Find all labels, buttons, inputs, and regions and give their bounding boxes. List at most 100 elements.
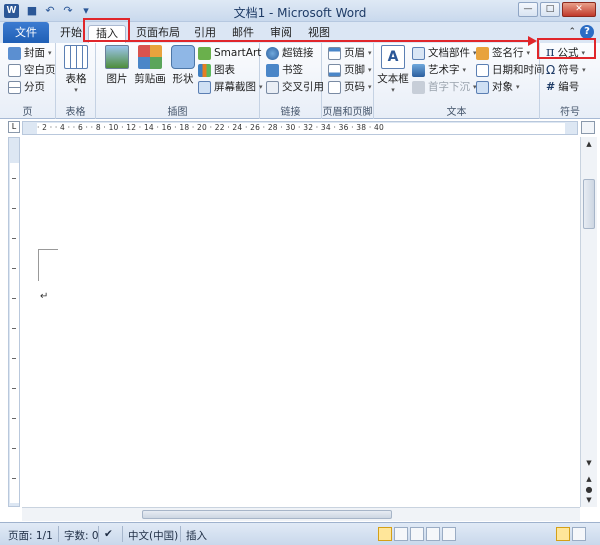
status-separator <box>98 526 99 542</box>
object-icon <box>476 80 489 94</box>
object-button[interactable]: 对象 ▾ <box>476 79 520 95</box>
ribbon-insert: 封面 ▾ 空白页 分页 页 表格 ▾ 表格 图片 剪贴画 形状 SmartArt… <box>0 43 600 119</box>
zoom-slider-icon[interactable] <box>572 527 586 541</box>
wordart-icon <box>412 63 425 77</box>
vruler-tick <box>12 388 16 389</box>
vruler-tick <box>12 358 16 359</box>
quick-parts-icon <box>412 46 425 60</box>
minimize-button[interactable]: — <box>518 2 538 17</box>
insert-mode-indicator[interactable]: 插入 <box>186 528 207 543</box>
blank-page-icon <box>8 63 21 77</box>
equation-highlight <box>537 38 596 59</box>
bookmark-button[interactable]: 书签 <box>266 62 303 78</box>
vruler-tick <box>12 448 16 449</box>
chart-icon <box>198 63 211 77</box>
vruler-tick <box>12 298 16 299</box>
zoom-level-icon[interactable] <box>556 527 570 541</box>
screenshot-icon <box>198 80 211 94</box>
language-indicator[interactable]: 中文(中国) <box>128 528 178 543</box>
group-pages: 封面 ▾ 空白页 分页 页 <box>0 43 56 119</box>
clipart-button[interactable]: 剪贴画 <box>132 45 168 86</box>
page-count[interactable]: 页面: 1/1 <box>8 528 53 543</box>
scroll-down-icon[interactable]: ▼ <box>583 458 595 469</box>
shapes-button[interactable]: 形状 <box>166 45 200 86</box>
smartart-button[interactable]: SmartArt <box>198 45 261 61</box>
group-label-text: 文本 <box>446 107 467 118</box>
group-links: 超链接 书签 交叉引用 链接 <box>260 43 324 119</box>
web-layout-icon[interactable] <box>410 527 424 541</box>
hyperlink-button[interactable]: 超链接 <box>266 45 314 61</box>
collapse-ribbon-icon[interactable]: ⌃ <box>568 27 576 37</box>
proofing-icon[interactable]: ✔ <box>104 528 113 540</box>
status-bar: 页面: 1/1 字数: 0 ✔ 中文(中国) 插入 <box>0 522 600 545</box>
full-screen-reading-icon[interactable] <box>394 527 408 541</box>
horizontal-scroll-thumb[interactable] <box>142 510 392 519</box>
group-label-symbols: 符号 <box>560 107 580 118</box>
margin-corner-mark <box>38 249 58 250</box>
document-page[interactable]: ↵ <box>22 137 580 507</box>
maximize-button[interactable]: □ <box>540 2 560 17</box>
vertical-scroll-thumb[interactable] <box>583 179 595 229</box>
number-button[interactable]: # 编号 <box>546 79 579 95</box>
footer-button[interactable]: 页脚 ▾ <box>328 62 372 78</box>
cross-reference-icon <box>266 80 279 94</box>
drop-cap-icon <box>412 80 425 94</box>
textbox-button[interactable]: A 文本框 ▾ <box>377 45 409 94</box>
ruler-numbers: · 2 · · 4 · · 6 · · 8 · 10 · 12 · 14 · 1… <box>37 123 384 132</box>
cross-reference-button[interactable]: 交叉引用 <box>266 79 324 95</box>
margin-corner-mark-vertical <box>38 249 39 281</box>
signature-line-button[interactable]: 签名行 ▾ <box>476 45 530 61</box>
group-label-tables: 表格 <box>65 107 86 118</box>
cover-page-icon <box>8 46 21 60</box>
scroll-up-icon[interactable]: ▲ <box>583 139 595 150</box>
status-separator <box>58 526 59 542</box>
vruler-tick <box>12 478 16 479</box>
close-button[interactable]: ✕ <box>562 2 596 17</box>
annotation-arrow-head <box>528 36 537 46</box>
word-count[interactable]: 字数: 0 <box>64 528 99 543</box>
tab-home[interactable]: 开始 <box>56 25 86 43</box>
page-break-button[interactable]: 分页 <box>8 79 45 95</box>
quick-parts-button[interactable]: 文档部件 ▾ <box>412 45 477 61</box>
blank-page-button[interactable]: 空白页 <box>8 62 56 78</box>
table-button[interactable]: 表格 ▾ <box>59 45 93 94</box>
group-text: A 文本框 ▾ 文档部件 ▾ 艺术字 ▾ 首字下沉 ▾ 签名行 ▾ 日期和时间 对象 ▾ … <box>374 43 545 119</box>
browse-object-icon[interactable]: ● <box>583 484 595 495</box>
chart-button[interactable]: 图表 <box>198 62 235 78</box>
cover-page-button[interactable]: 封面 ▾ <box>8 45 52 61</box>
clipart-icon <box>138 45 162 69</box>
vertical-scrollbar[interactable]: ▲ ▼ ▲ ● ▼ <box>580 137 597 507</box>
help-area: ⌃ ? <box>568 25 594 39</box>
vruler-tick <box>12 208 16 209</box>
group-label-illustrations: 插图 <box>167 107 188 118</box>
symbol-button[interactable]: Ω 符号 ▾ <box>546 62 586 78</box>
page-break-icon <box>8 80 21 94</box>
print-layout-view-icon[interactable] <box>378 527 392 541</box>
horizontal-scrollbar[interactable] <box>22 507 580 521</box>
horizontal-ruler[interactable]: · 2 · · 4 · · 6 · · 8 · 10 · 12 · 14 · 1… <box>22 121 578 135</box>
draft-view-icon[interactable] <box>442 527 456 541</box>
page-number-button[interactable]: 页码 ▾ <box>328 79 372 95</box>
page-number-icon <box>328 80 341 94</box>
tab-file[interactable]: 文件 <box>3 22 49 43</box>
next-page-icon[interactable]: ▼ <box>583 495 595 506</box>
hash-icon: # <box>546 80 556 93</box>
smartart-icon <box>198 46 211 60</box>
screenshot-button[interactable]: 屏幕截图 ▾ <box>198 79 263 95</box>
paragraph-mark: ↵ <box>40 291 49 302</box>
help-icon[interactable]: ? <box>580 25 594 39</box>
vertical-ruler[interactable] <box>8 137 20 507</box>
tab-selector-icon[interactable]: L <box>8 121 20 133</box>
date-time-icon <box>476 63 489 77</box>
outline-view-icon[interactable] <box>426 527 440 541</box>
vertical-ruler-text-area <box>10 163 19 503</box>
picture-button[interactable]: 图片 <box>100 45 134 86</box>
vruler-tick <box>12 238 16 239</box>
date-time-button[interactable]: 日期和时间 <box>476 62 545 78</box>
wordart-button[interactable]: 艺术字 ▾ <box>412 62 466 78</box>
drop-cap-button[interactable]: 首字下沉 ▾ <box>412 79 477 95</box>
vruler-tick <box>12 418 16 419</box>
footer-icon <box>328 63 341 77</box>
header-button[interactable]: 页眉 ▾ <box>328 45 372 61</box>
view-ruler-toggle[interactable] <box>581 121 595 134</box>
